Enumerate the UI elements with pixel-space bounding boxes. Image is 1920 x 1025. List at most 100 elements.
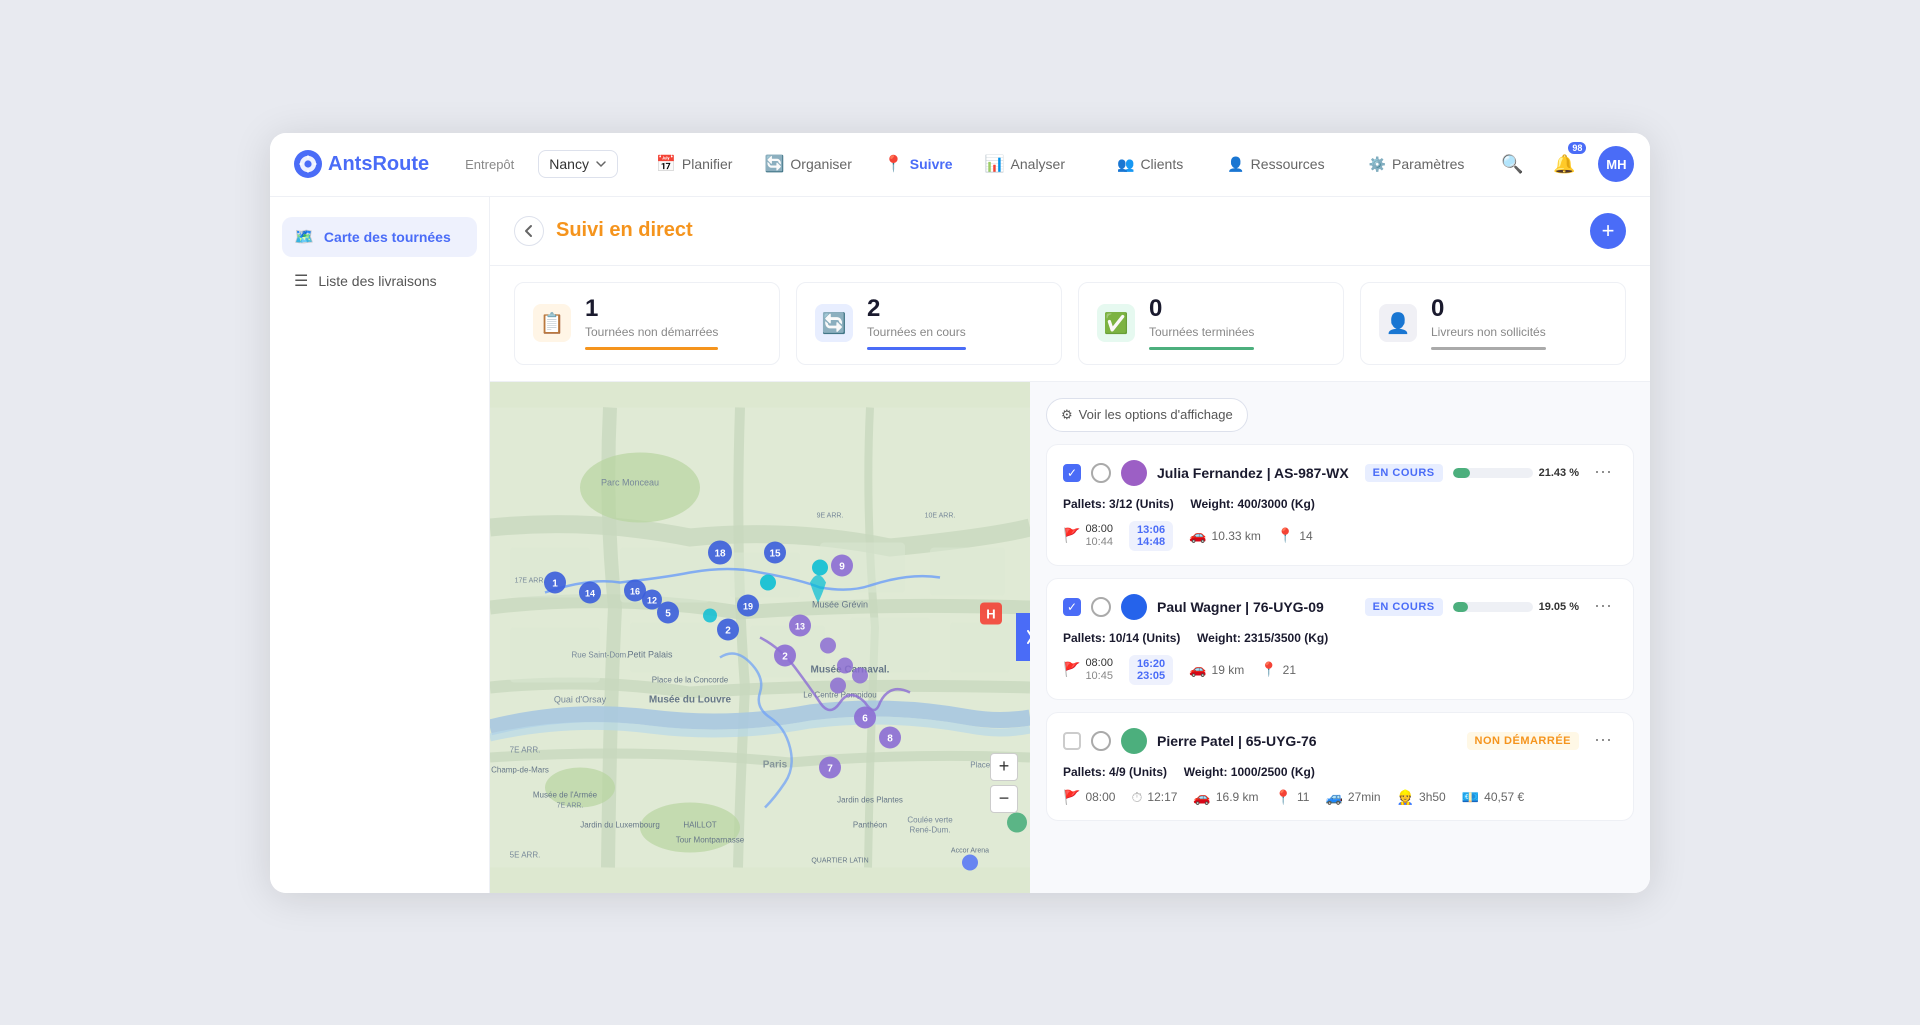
main-content: Suivi en direct + 📋 1 Tournées non démar… (490, 197, 1650, 893)
stat-label-terminees: Tournées terminées (1149, 325, 1254, 339)
svg-text:QUARTIER LATIN: QUARTIER LATIN (811, 857, 868, 864)
stops-icon: 📍 (1277, 527, 1294, 544)
route-card-paul: ✓ Paul Wagner | 76-UYG-09 EN COURS 19.05… (1046, 578, 1634, 700)
user-avatar[interactable]: MH (1598, 146, 1634, 182)
svg-text:René-Dum.: René-Dum. (910, 825, 951, 834)
route-name-paul: Paul Wagner | 76-UYG-09 (1157, 599, 1355, 615)
stat-label-en-cours: Tournées en cours (867, 325, 966, 339)
sidebar-item-carte[interactable]: 🗺️ Carte des tournées (282, 217, 477, 257)
drive-icon: 🚙 (1325, 789, 1342, 806)
stat-number-non-sollicites: 0 (1431, 297, 1546, 321)
nav-analyser[interactable]: 📊 Analyser (971, 146, 1079, 182)
route-info-pierre: Pallets: 4/9 (Units) Weight: 1000/2500 (… (1063, 765, 1617, 779)
expand-panel-button[interactable] (1016, 613, 1030, 661)
map-routes-area: Parc Monceau 17E ARR. 9E ARR. 10E ARR. 7… (490, 382, 1650, 893)
route-avatar-paul (1121, 594, 1147, 620)
svg-text:Paris: Paris (763, 759, 788, 770)
depot-select[interactable]: Nancy (538, 150, 618, 178)
svg-text:Tour Montparnasse: Tour Montparnasse (676, 835, 745, 844)
stops-icon-paul: 📍 (1260, 661, 1277, 678)
zoom-out-button[interactable]: − (990, 785, 1018, 813)
svg-text:Champ-de-Mars: Champ-de-Mars (491, 765, 549, 774)
stops-icon-pierre: 📍 (1275, 789, 1292, 806)
flag-icon-paul: 🚩 (1063, 661, 1080, 678)
route-time-badge-paul: 16:20 23:05 (1129, 655, 1173, 685)
route-info-paul: Pallets: 10/14 (Units) Weight: 2315/3500… (1063, 631, 1617, 645)
route-est-pierre: ⏱ 12:17 (1131, 789, 1177, 806)
stat-label-non-sollicites: Livreurs non sollicités (1431, 325, 1546, 339)
filter-options-button[interactable]: ⚙ Voir les options d'affichage (1046, 398, 1248, 432)
zoom-in-button[interactable]: + (990, 753, 1018, 781)
route-card-pierre: Pierre Patel | 65-UYG-76 NON DÉMARRÉE ⋯ … (1046, 712, 1634, 821)
depot-value: Nancy (549, 156, 589, 172)
more-button-paul[interactable]: ⋯ (1589, 593, 1617, 621)
app-window: AntsRoute Entrepôt Nancy 📅 Planifier 🔄 O… (270, 133, 1650, 893)
svg-text:17E ARR.: 17E ARR. (515, 577, 546, 584)
search-button[interactable]: 🔍 (1494, 146, 1530, 182)
route-stats-julia: 🚩 08:00 10:44 13:06 14:48 (1063, 521, 1617, 551)
nav-planifier[interactable]: 📅 Planifier (642, 146, 747, 182)
back-button[interactable] (514, 216, 544, 246)
nav-suivre[interactable]: 📍 Suivre (870, 146, 967, 182)
stat-icon-orange: 📋 (533, 304, 571, 342)
svg-text:Jardin du Luxembourg: Jardin du Luxembourg (580, 820, 660, 829)
svg-text:10E ARR.: 10E ARR. (925, 512, 956, 519)
svg-text:HAILLOT: HAILLOT (683, 820, 716, 829)
page-header: Suivi en direct + (490, 197, 1650, 266)
route-header-pierre: Pierre Patel | 65-UYG-76 NON DÉMARRÉE ⋯ (1063, 727, 1617, 755)
bell-icon: 🔔 (1553, 154, 1575, 175)
svg-text:5: 5 (665, 608, 671, 619)
svg-text:6: 6 (862, 713, 868, 724)
svg-text:Musée de l'Armée: Musée de l'Armée (533, 790, 598, 799)
route-cost-pierre: 💶 40,57 € (1462, 789, 1524, 806)
svg-text:Musée du Louvre: Musée du Louvre (649, 694, 732, 705)
svg-text:2: 2 (782, 651, 788, 662)
stat-icon-green: ✅ (1097, 304, 1135, 342)
add-button[interactable]: + (1590, 213, 1626, 249)
svg-text:Accor Arena: Accor Arena (951, 847, 989, 854)
analyser-icon: 📊 (985, 154, 1005, 174)
svg-text:14: 14 (585, 588, 595, 598)
svg-text:18: 18 (714, 548, 726, 559)
svg-text:5E ARR.: 5E ARR. (510, 850, 541, 859)
route-drive-pierre: 🚙 27min (1325, 789, 1380, 806)
svg-text:7: 7 (827, 763, 833, 774)
svg-text:1: 1 (552, 578, 558, 589)
route-header-julia: ✓ Julia Fernandez | AS-987-WX EN COURS 2… (1063, 459, 1617, 487)
nav-parametres[interactable]: ⚙️ Paramètres (1355, 148, 1479, 181)
route-checkbox-julia[interactable]: ✓ (1063, 464, 1081, 482)
sidebar-item-liste[interactable]: ☰ Liste des livraisons (282, 261, 477, 301)
svg-text:Jardin des Plantes: Jardin des Plantes (837, 795, 903, 804)
route-status-pierre: NON DÉMARRÉE (1467, 732, 1579, 750)
svg-text:7E ARR.: 7E ARR. (510, 745, 541, 754)
route-checkbox-pierre[interactable] (1063, 732, 1081, 750)
route-info-julia: Pallets: 3/12 (Units) Weight: 400/3000 (… (1063, 497, 1617, 511)
nav-organiser[interactable]: 🔄 Organiser (750, 146, 865, 182)
svg-text:Panthéon: Panthéon (853, 820, 887, 829)
route-progress-julia: 21.43 % (1453, 467, 1579, 479)
notifications-button[interactable]: 🔔 98 (1546, 146, 1582, 182)
sidebar: 🗺️ Carte des tournées ☰ Liste des livrai… (270, 197, 490, 893)
route-stops-julia: 📍 14 (1277, 527, 1313, 544)
clients-icon: 👥 (1117, 156, 1134, 173)
stat-non-sollicites: 👤 0 Livreurs non sollicités (1360, 282, 1626, 365)
route-time-pierre: 🚩 08:00 (1063, 789, 1115, 806)
more-button-julia[interactable]: ⋯ (1589, 459, 1617, 487)
progress-label-paul: 19.05 % (1539, 601, 1579, 613)
route-progress-paul: 19.05 % (1453, 601, 1579, 613)
logo[interactable]: AntsRoute (294, 150, 429, 178)
svg-text:2: 2 (725, 625, 731, 636)
depot-label: Entrepôt (465, 157, 514, 172)
nav-ressources[interactable]: 👤 Ressources (1213, 148, 1338, 181)
route-time-start-paul: 🚩 08:00 10:45 (1063, 657, 1113, 682)
map-container[interactable]: Parc Monceau 17E ARR. 9E ARR. 10E ARR. 7… (490, 382, 1030, 893)
stat-underline-gray (1431, 347, 1546, 350)
stats-row: 📋 1 Tournées non démarrées 🔄 2 Tournées … (490, 266, 1650, 382)
route-checkbox-paul[interactable]: ✓ (1063, 598, 1081, 616)
more-button-pierre[interactable]: ⋯ (1589, 727, 1617, 755)
ressources-icon: 👤 (1227, 156, 1244, 173)
content: 🗺️ Carte des tournées ☰ Liste des livrai… (270, 197, 1650, 893)
nav-clients[interactable]: 👥 Clients (1103, 148, 1197, 181)
svg-text:Quai d'Orsay: Quai d'Orsay (554, 694, 607, 704)
distance-icon-pierre: 🚗 (1193, 789, 1210, 806)
